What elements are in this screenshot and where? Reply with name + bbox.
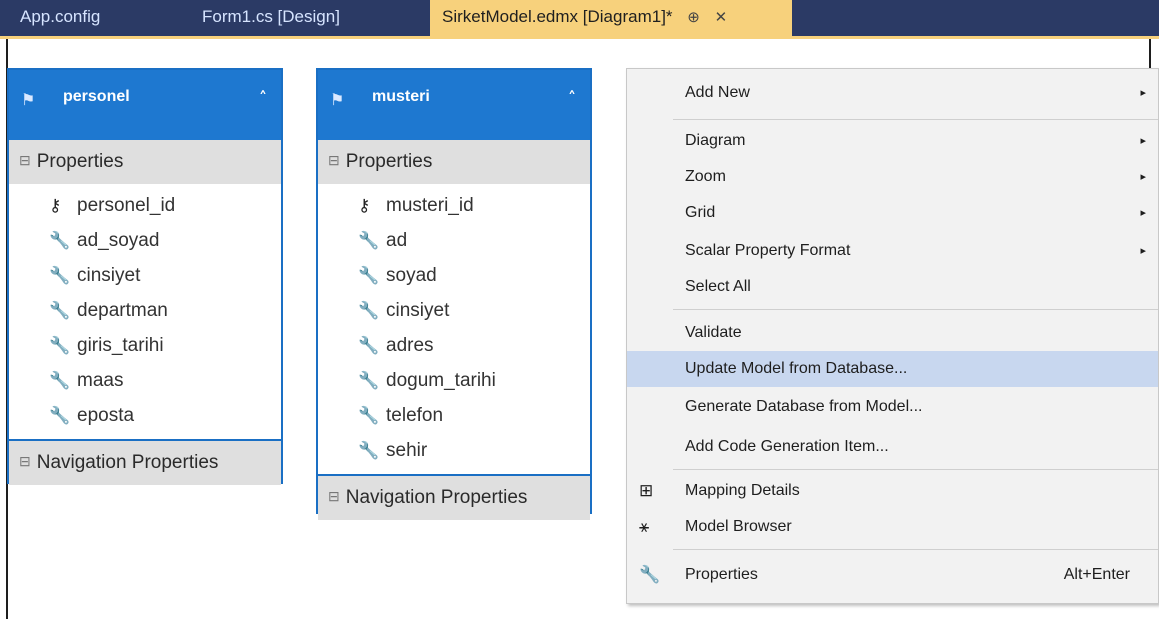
wrench-icon: 🔧 [358,336,380,355]
menu-separator [673,119,1158,120]
menu-item-add-new[interactable]: Add New ▸ [627,75,1158,111]
context-menu: Add New ▸ Diagram ▸ Zoom ▸ Grid ▸ Scalar… [626,68,1159,604]
property-row[interactable]: 🔧 dogum_tarihi [318,363,590,398]
menu-separator [673,469,1158,470]
active-tab-underline [0,36,1159,39]
submenu-arrow-icon: ▸ [1140,207,1146,219]
property-row[interactable]: 🔧 eposta [9,398,281,433]
properties-section-header[interactable]: ⊟ Properties [9,140,281,184]
wrench-icon: 🔧 [49,371,71,390]
menu-item-scalar-property-format[interactable]: Scalar Property Format ▸ [627,233,1158,269]
model-browser-icon: ⚹ [639,517,650,536]
wrench-icon: 🔧 [358,301,380,320]
wrench-icon: 🔧 [49,406,71,425]
property-row[interactable]: 🔧 cinsiyet [318,293,590,328]
menu-item-model-browser[interactable]: ⚹ Model Browser [627,509,1158,545]
tab-app-config[interactable]: App.config [8,0,112,36]
property-row[interactable]: 🔧 soyad [318,258,590,293]
collapse-box-icon[interactable]: ⊟ [328,488,340,504]
entity-type-icon: ⚑ [21,90,36,109]
wrench-icon: 🔧 [358,406,380,425]
menu-item-validate[interactable]: Validate [627,315,1158,351]
properties-list: ⚷ musteri_id 🔧 ad 🔧 soyad 🔧 cinsiyet 🔧 adres … [318,184,590,474]
menu-separator [673,549,1158,550]
entity-header[interactable]: ⚑ musteri ˄ [318,70,590,140]
submenu-arrow-icon: ▸ [1140,87,1146,99]
menu-item-grid[interactable]: Grid ▸ [627,195,1158,231]
entity-type-icon: ⚑ [330,90,345,109]
menu-item-select-all[interactable]: Select All [627,269,1158,305]
menu-item-generate-database-from-model[interactable]: Generate Database from Model... [627,389,1158,425]
tab-label: SirketModel.edmx [Diagram1]* [442,7,673,26]
tab-sirketmodel-diagram[interactable]: SirketModel.edmx [Diagram1]* ⊕ ✕ [430,0,792,36]
property-row[interactable]: 🔧 adres [318,328,590,363]
key-icon: ⚷ [358,196,371,215]
wrench-icon: 🔧 [639,565,661,584]
menu-item-mapping-details[interactable]: ⊞ Mapping Details [627,473,1158,509]
navigation-properties-section-header[interactable]: ⊟ Navigation Properties [318,474,590,520]
document-tab-bar: App.config Form1.cs [Design] SirketModel… [0,0,1159,36]
close-icon[interactable]: ✕ [715,9,728,26]
entity-name: personel [63,88,130,105]
menu-item-add-code-generation-item[interactable]: Add Code Generation Item... [627,429,1158,465]
property-row[interactable]: ⚷ musteri_id [318,188,590,223]
collapse-box-icon[interactable]: ⊟ [328,152,340,168]
property-row[interactable]: ⚷ personel_id [9,188,281,223]
mapping-details-icon: ⊞ [639,481,654,500]
wrench-icon: 🔧 [49,231,71,250]
collapse-box-icon[interactable]: ⊟ [19,453,31,469]
property-row[interactable]: 🔧 maas [9,363,281,398]
menu-separator [673,309,1158,310]
pin-icon[interactable]: ⊕ [687,9,700,26]
entity-personel[interactable]: ⚑ personel ˄ ⊟ Properties ⚷ personel_id 🔧 a… [7,68,283,485]
collapse-chevron-icon[interactable]: ˄ [259,88,267,107]
tab-label: App.config [20,7,101,26]
entity-header[interactable]: ⚑ personel ˄ [9,70,281,140]
property-row[interactable]: 🔧 cinsiyet [9,258,281,293]
collapse-box-icon[interactable]: ⊟ [19,152,31,168]
property-row[interactable]: 🔧 sehir [318,433,590,468]
wrench-icon: 🔧 [49,266,71,285]
entity-name: musteri [372,88,430,105]
wrench-icon: 🔧 [358,441,380,460]
property-row[interactable]: 🔧 ad_soyad [9,223,281,258]
tab-label: Form1.cs [Design] [202,7,340,26]
menu-item-update-model-from-database[interactable]: Update Model from Database... [627,351,1158,387]
menu-item-diagram[interactable]: Diagram ▸ [627,123,1158,159]
wrench-icon: 🔧 [358,231,380,250]
collapse-chevron-icon[interactable]: ˄ [568,88,576,107]
shortcut-text: Alt+Enter [1063,566,1130,583]
submenu-arrow-icon: ▸ [1140,171,1146,183]
tab-form1-design[interactable]: Form1.cs [Design] [190,0,352,36]
key-icon: ⚷ [49,196,62,215]
submenu-arrow-icon: ▸ [1140,135,1146,147]
navigation-properties-section-header[interactable]: ⊟ Navigation Properties [9,439,281,485]
wrench-icon: 🔧 [358,371,380,390]
properties-section-header[interactable]: ⊟ Properties [318,140,590,184]
properties-list: ⚷ personel_id 🔧 ad_soyad 🔧 cinsiyet 🔧 depart… [9,184,281,439]
submenu-arrow-icon: ▸ [1140,245,1146,257]
menu-item-properties[interactable]: 🔧 Properties Alt+Enter [627,557,1158,593]
property-row[interactable]: 🔧 ad [318,223,590,258]
wrench-icon: 🔧 [49,301,71,320]
menu-item-zoom[interactable]: Zoom ▸ [627,159,1158,195]
property-row[interactable]: 🔧 departman [9,293,281,328]
wrench-icon: 🔧 [49,336,71,355]
property-row[interactable]: 🔧 giris_tarihi [9,328,281,363]
entity-musteri[interactable]: ⚑ musteri ˄ ⊟ Properties ⚷ musteri_id 🔧 ad … [316,68,592,520]
property-row[interactable]: 🔧 telefon [318,398,590,433]
wrench-icon: 🔧 [358,266,380,285]
